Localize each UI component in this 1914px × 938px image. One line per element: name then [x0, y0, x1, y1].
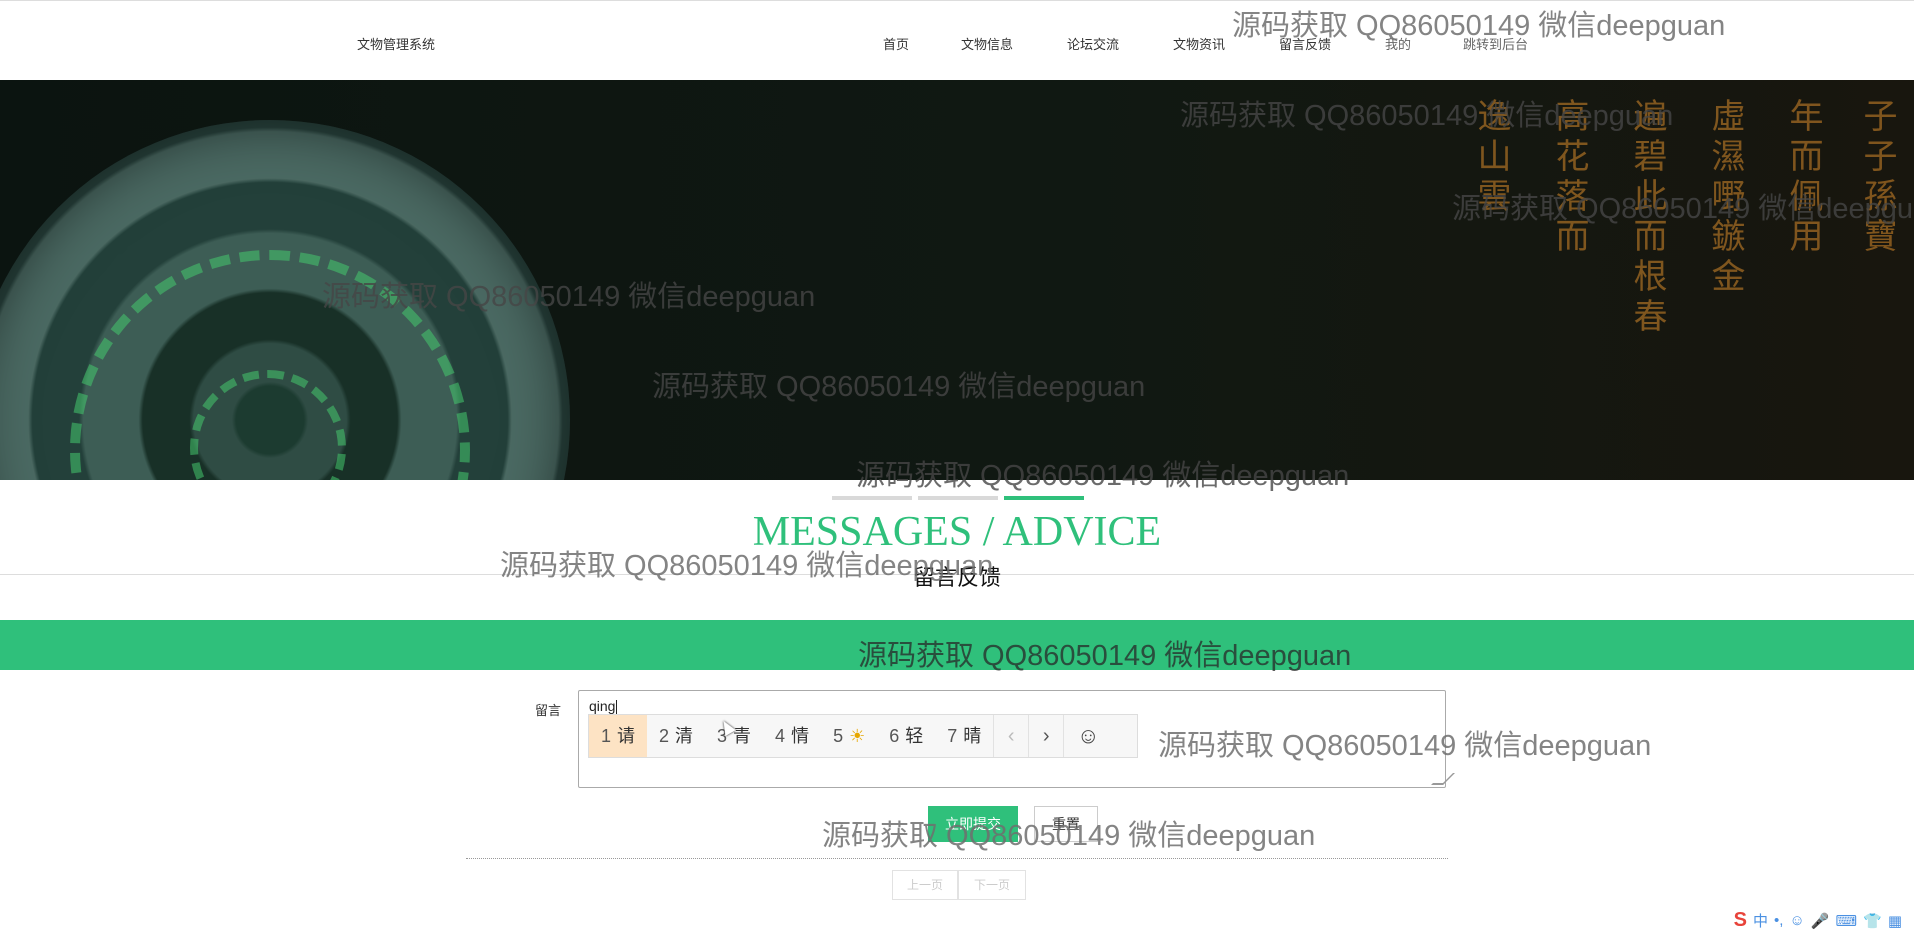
ime-candidate-window: 1请 2清 3青 4情 5 ☀ 6轻 7晴 ‹ › ☺ [588, 714, 1138, 758]
dotted-divider [466, 858, 1448, 859]
ime-emoji-status-icon[interactable]: ☺ [1789, 912, 1804, 929]
calligraphy-col: 虛濕嘢鏃金 [1705, 98, 1745, 298]
nav-forum[interactable]: 论坛交流 [1067, 34, 1119, 53]
ime-emoji-icon[interactable]: ☺ [1063, 715, 1112, 757]
ime-candidate[interactable]: 4情 [763, 715, 821, 757]
ime-punct-icon[interactable]: •, [1774, 912, 1783, 929]
ime-candidate[interactable]: 7晴 [935, 715, 993, 757]
ime-prev-page-icon[interactable]: ‹ [993, 715, 1028, 757]
submit-button[interactable]: 立即提交 [928, 806, 1018, 842]
message-label: 留言 [535, 703, 562, 718]
ime-candidate[interactable]: 3青 [705, 715, 763, 757]
resize-handle[interactable] [1431, 773, 1455, 785]
ime-mode-icon[interactable]: 中 [1753, 910, 1768, 931]
carousel-dot-active[interactable] [1004, 496, 1084, 500]
nav-mine[interactable]: 我的 [1385, 34, 1411, 53]
ime-candidate[interactable]: 6轻 [877, 715, 935, 757]
nav-home[interactable]: 首页 [883, 34, 909, 53]
site-title[interactable]: 文物管理系统 [357, 34, 435, 53]
hero-banner: 逸山雲 高花落而 遍碧此而根春 虛濕嘢鏃金 年而佩用 子子孫寶 [0, 80, 1914, 480]
nav-news[interactable]: 文物资讯 [1173, 34, 1225, 53]
ime-candidate[interactable]: 2清 [647, 715, 705, 757]
calligraphy-col: 遍碧此而根春 [1627, 98, 1667, 338]
ime-skin-icon[interactable]: 👕 [1863, 912, 1882, 930]
ime-tools-icon[interactable]: ▦ [1888, 912, 1902, 930]
calligraphy-col: 子子孫寶 [1857, 98, 1897, 258]
nav-admin-link[interactable]: 跳转到后台 [1463, 34, 1528, 53]
prev-page-button[interactable]: 上一页 [892, 870, 958, 900]
carousel-dot[interactable] [918, 496, 998, 500]
reset-button[interactable]: 重置 [1034, 806, 1098, 842]
nav-feedback[interactable]: 留言反馈 [1279, 34, 1331, 53]
sogou-logo-icon[interactable]: S [1734, 909, 1747, 932]
green-band [0, 620, 1914, 670]
ime-keyboard-icon[interactable]: ⌨ [1835, 912, 1857, 930]
calligraphy-col: 逸山雲 [1471, 98, 1511, 218]
message-input-text: qing [589, 698, 618, 715]
ime-next-page-icon[interactable]: › [1028, 715, 1063, 757]
section-title-en: MESSAGES / ADVICE [752, 509, 1162, 555]
nav-artifact-info[interactable]: 文物信息 [961, 34, 1013, 53]
carousel-dot[interactable] [832, 496, 912, 500]
calligraphy-col: 年而佩用 [1783, 98, 1823, 258]
ime-status-bar: S 中 •, ☺ 🎤 ⌨ 👕 ▦ [1734, 909, 1902, 932]
ime-voice-icon[interactable]: 🎤 [1811, 912, 1830, 930]
top-navbar: 文物管理系统 首页 文物信息 论坛交流 文物资讯 留言反馈 我的 跳转到后台 [0, 0, 1914, 81]
section-title-cn: 留言反馈 [912, 565, 1001, 590]
calligraphy-col: 高花落而 [1549, 98, 1589, 258]
ime-candidate[interactable]: 1请 [589, 715, 648, 757]
ime-candidate[interactable]: 5 ☀ [821, 715, 877, 757]
next-page-button[interactable]: 下一页 [958, 870, 1026, 900]
